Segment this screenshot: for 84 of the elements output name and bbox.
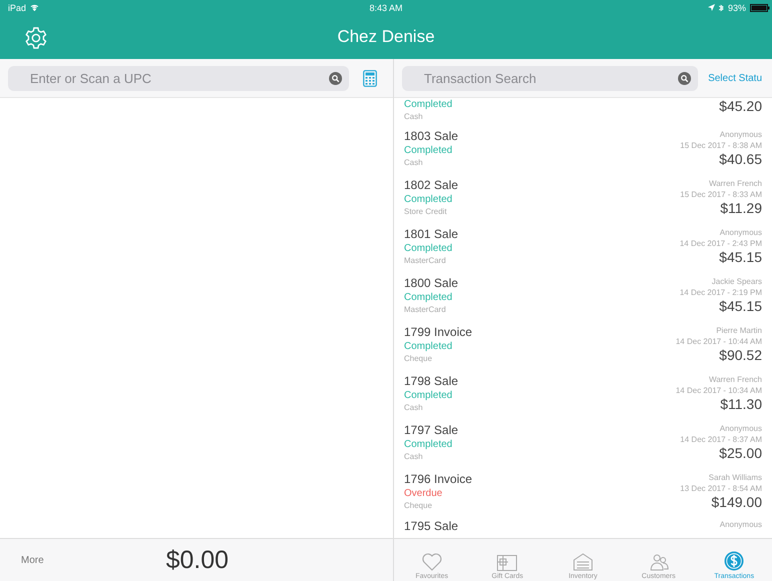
transaction-search-field[interactable]: Transaction Search xyxy=(402,66,698,90)
transaction-amount: $90.52 xyxy=(719,347,762,364)
transaction-date: 14 Dec 2017 - 8:37 AM xyxy=(680,434,762,445)
customer-name: Pierre Martin xyxy=(716,325,762,336)
transaction-row[interactable]: 1797 Sale Completed Cash Anonymous 14 Dec 2017 - 8:37 AM $25.00 xyxy=(404,420,762,469)
battery-icon xyxy=(750,4,770,12)
clock-time: 8:43 AM xyxy=(369,2,403,12)
transaction-date: 13 Dec 2017 - 8:54 AM xyxy=(680,483,762,494)
payment-method: Cash xyxy=(404,402,424,413)
device-name: iPad xyxy=(8,2,26,12)
transaction-date: 14 Dec 2017 - 10:34 AM xyxy=(676,385,762,396)
transaction-title: 1801 Sale xyxy=(404,227,458,242)
payment-method: MasterCard xyxy=(404,255,447,266)
customer-name: Anonymous xyxy=(720,129,762,140)
dollar-icon xyxy=(724,551,744,571)
transaction-title: 1795 Sale xyxy=(404,519,458,534)
customer-name: Jackie Spears xyxy=(712,276,762,287)
transaction-date: 14 Dec 2017 - 2:19 PM xyxy=(680,287,762,298)
app-title: Chez Denise xyxy=(337,27,435,47)
transaction-date: 15 Dec 2017 - 8:38 AM xyxy=(680,140,762,151)
people-icon xyxy=(648,553,669,571)
transaction-amount: $11.29 xyxy=(720,200,762,217)
transaction-status: Completed xyxy=(404,242,454,255)
more-button[interactable]: More xyxy=(21,554,166,566)
transaction-amount: $45.15 xyxy=(719,249,762,266)
settings-icon[interactable] xyxy=(24,26,48,50)
payment-method: Cash xyxy=(404,451,424,462)
transaction-title: 1800 Sale xyxy=(404,276,458,291)
transaction-status: Overdue xyxy=(404,487,444,500)
store-icon xyxy=(572,553,593,571)
customer-name: Warren French xyxy=(708,374,762,385)
customer-name: Anonymous xyxy=(720,423,762,434)
transaction-status: Completed xyxy=(404,291,454,304)
calculator-icon[interactable] xyxy=(363,70,377,86)
location-icon xyxy=(708,4,715,11)
transaction-row[interactable]: 1801 Sale Completed MasterCard Anonymous 14 Dec 2017 - 2:43 PM $45.15 xyxy=(404,224,762,273)
transaction-title: 1803 Sale xyxy=(404,129,458,144)
payment-method: Cash xyxy=(404,111,424,122)
customer-name: Warren French xyxy=(708,178,762,189)
transaction-status: Completed xyxy=(404,98,452,111)
transaction-title: 1798 Sale xyxy=(404,374,458,389)
transaction-status: Completed xyxy=(404,438,454,451)
transaction-row[interactable]: 1795 Sale Anonymous xyxy=(404,518,762,532)
transaction-amount: $45.20 xyxy=(719,98,762,115)
transaction-status: Completed xyxy=(404,144,454,157)
transaction-row[interactable]: 1800 Sale Completed MasterCard Jackie Spears 14 Dec 2017 - 2:19 PM $45.15 xyxy=(404,273,762,322)
transaction-title: 1802 Sale xyxy=(404,178,458,193)
customer-name: Anonymous xyxy=(720,519,762,530)
payment-method: Cheque xyxy=(404,500,434,511)
transaction-row[interactable]: Completed Cash $45.20 xyxy=(404,98,762,126)
total-amount: $0.00 xyxy=(166,546,229,574)
transaction-row[interactable]: 1803 Sale Completed Cash Anonymous 15 Dec 2017 - 8:38 AM $40.65 xyxy=(404,126,762,175)
transaction-date: 14 Dec 2017 - 2:43 PM xyxy=(680,238,762,249)
battery-percentage: 93% xyxy=(728,2,746,12)
transaction-title: 1797 Sale xyxy=(404,423,458,438)
upc-search-field[interactable]: Enter or Scan a UPC xyxy=(8,66,349,90)
payment-method: MasterCard xyxy=(404,304,447,315)
transaction-amount: $11.30 xyxy=(720,396,762,413)
gift-card-icon xyxy=(497,555,518,571)
bluetooth-icon xyxy=(718,4,724,12)
transaction-status: Completed xyxy=(404,193,454,206)
transaction-amount: $45.15 xyxy=(719,298,762,315)
customer-name: Anonymous xyxy=(720,227,762,238)
transaction-date: 14 Dec 2017 - 10:44 AM xyxy=(676,336,762,347)
transaction-title: 1796 Invoice xyxy=(404,472,472,487)
payment-method: Cash xyxy=(404,157,424,168)
payment-method: Cheque xyxy=(404,353,434,364)
search-icon xyxy=(329,72,342,84)
transaction-status: Completed xyxy=(404,389,454,402)
transaction-amount: $149.00 xyxy=(711,494,762,511)
customer-name: Sarah Williams xyxy=(708,472,762,483)
payment-method: Store Credit xyxy=(404,206,448,217)
wifi-icon xyxy=(30,4,40,11)
heart-icon xyxy=(422,553,442,571)
transaction-date: 15 Dec 2017 - 8:33 AM xyxy=(680,189,762,200)
transaction-row[interactable]: 1796 Invoice Overdue Cheque Sarah Williams 13 Dec 2017 - 8:54 AM $149.00 xyxy=(404,469,762,518)
transaction-status: Completed xyxy=(404,340,454,353)
transaction-row[interactable]: 1799 Invoice Completed Cheque Pierre Martin 14 Dec 2017 - 10:44 AM $90.52 xyxy=(404,322,762,371)
search-icon xyxy=(678,72,692,84)
transaction-title: 1799 Invoice xyxy=(404,325,472,340)
transaction-row[interactable]: 1802 Sale Completed Store Credit Warren French 15 Dec 2017 - 8:33 AM $11.29 xyxy=(404,175,762,224)
transaction-amount: $40.65 xyxy=(719,151,762,168)
transaction-row[interactable]: 1798 Sale Completed Cash Warren French 14 Dec 2017 - 10:34 AM $11.30 xyxy=(404,371,762,420)
transaction-amount: $25.00 xyxy=(719,445,762,462)
